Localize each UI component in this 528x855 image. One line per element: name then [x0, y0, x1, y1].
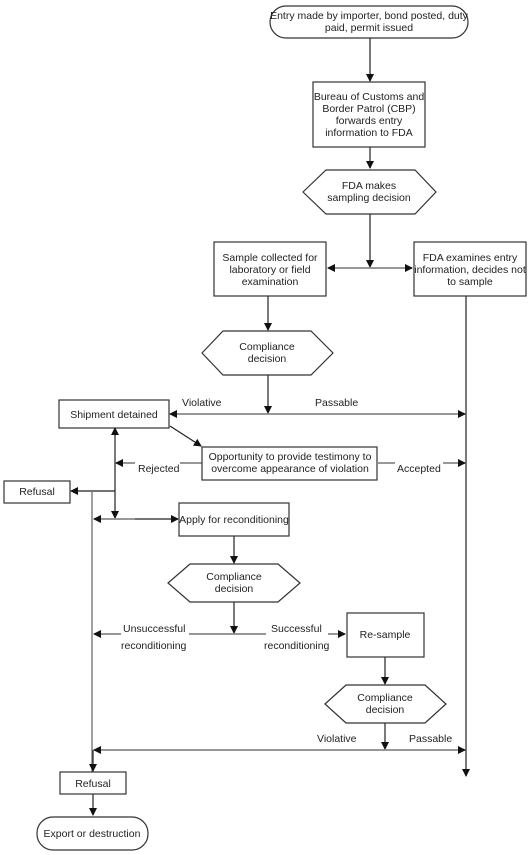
node-compliance2-line-1: Compliance: [206, 571, 262, 583]
node-testimony-line-1: Opportunity to provide testimony to: [209, 451, 372, 463]
flowchart: Entry made by importer, bond posted, dut…: [3, 5, 527, 851]
node-refusal2-label: Refusal: [75, 778, 111, 790]
node-nosample-line-3: to sample: [447, 276, 493, 288]
label-accepted: Accepted: [397, 463, 441, 475]
label-successful-1: Successful: [271, 623, 322, 635]
node-cbp-line-4: information to FDA: [325, 127, 413, 139]
node-compliance3-line-2: decision: [366, 704, 405, 716]
label-rejected: Rejected: [138, 463, 180, 475]
node-cbp-line-2: Border Patrol (CBP): [322, 103, 415, 115]
node-compliance1-line-1: Compliance: [239, 341, 295, 353]
label-passable-2: Passable: [409, 733, 452, 745]
node-export-label: Export or destruction: [44, 828, 141, 840]
label-violative-1: Violative: [182, 397, 222, 409]
node-refusal1-label: Refusal: [19, 486, 55, 498]
node-resample-label: Re-sample: [360, 629, 411, 641]
node-compliance-decision-3: Compliance decision: [324, 684, 447, 724]
node-nosample-line-1: FDA examines entry: [423, 252, 518, 264]
node-sampling-decision: FDA makes sampling decision: [302, 169, 437, 215]
label-violative-2: Violative: [317, 733, 357, 745]
node-compliance1-line-2: decision: [248, 353, 287, 365]
node-entry: Entry made by importer, bond posted, dut…: [269, 5, 469, 39]
label-unsuccessful-2: reconditioning: [121, 640, 187, 652]
node-compliance-decision-2: Compliance decision: [167, 563, 301, 603]
node-sample-collected: Sample collected for laboratory or field…: [213, 241, 327, 297]
label-passable-1: Passable: [315, 397, 358, 409]
node-cbp: Bureau of Customs and Border Patrol (CBP…: [312, 81, 426, 148]
node-compliance2-line-2: decision: [215, 583, 254, 595]
node-entry-line-2: paid, permit issued: [325, 22, 413, 34]
node-cbp-line-1: Bureau of Customs and: [314, 91, 424, 103]
node-sample-line-3: examination: [242, 276, 299, 288]
node-sample-line-2: laboratory or field: [229, 264, 310, 276]
node-nosample-line-2: information, decides not: [414, 264, 526, 276]
node-compliance-decision-1: Compliance decision: [201, 330, 334, 376]
node-export-destruction: Export or destruction: [36, 816, 149, 851]
node-refusal-1: Refusal: [3, 480, 71, 504]
node-shipment-detained: Shipment detained: [58, 399, 170, 429]
node-testimony: Opportunity to provide testimony to over…: [201, 446, 378, 481]
node-apply-reconditioning: Apply for reconditioning: [178, 502, 290, 537]
label-successful-2: reconditioning: [264, 640, 330, 652]
node-entry-line-1: Entry made by importer, bond posted, dut…: [270, 10, 469, 22]
node-sample-line-1: Sample collected for: [222, 252, 318, 264]
node-sampling-line-2: sampling decision: [327, 192, 411, 204]
node-testimony-line-2: overcome appearance of violation: [211, 463, 369, 475]
node-cbp-line-3: forwards entry: [336, 115, 403, 127]
node-recondition-label: Apply for reconditioning: [179, 514, 289, 526]
node-detained-label: Shipment detained: [70, 409, 158, 421]
node-sampling-line-1: FDA makes: [342, 180, 396, 192]
label-unsuccessful-1: Unsuccessful: [123, 623, 185, 635]
node-resample: Re-sample: [346, 612, 425, 658]
node-refusal-2: Refusal: [59, 771, 127, 795]
edge-detained-to-testimony: [169, 425, 202, 447]
node-compliance3-line-1: Compliance: [357, 692, 413, 704]
node-no-sample: FDA examines entry information, decides …: [413, 241, 527, 297]
